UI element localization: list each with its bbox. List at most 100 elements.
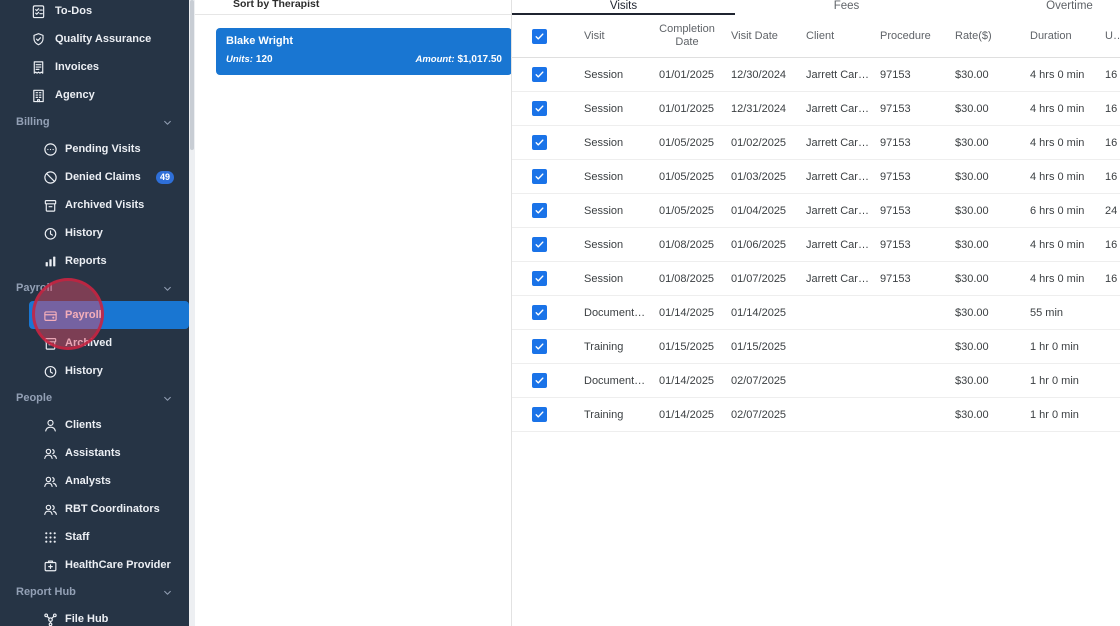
sidebar-section-billing[interactable]: Billing [0, 109, 189, 135]
sidebar-scrollbar-thumb[interactable] [190, 0, 194, 150]
column-header-procedure[interactable]: Procedure [872, 30, 947, 43]
tab-visits[interactable]: Visits [512, 0, 735, 15]
cell-visit: Documentatio... [576, 375, 651, 387]
cell-visit-date: 02/07/2025 [723, 409, 798, 421]
row-checkbox[interactable] [532, 169, 547, 184]
sidebar-item-rbt-coordinators[interactable]: RBT Coordinators [0, 495, 189, 523]
cell-visit: Session [576, 103, 651, 115]
therapist-name: Blake Wright [226, 35, 502, 47]
sidebar-item-healthcare-provider[interactable]: HealthCare Provider [0, 551, 189, 579]
table-row[interactable]: Session01/05/202501/04/2025Jarrett Carva… [512, 194, 1120, 228]
sidebar-item-denied-claims[interactable]: Denied Claims49 [0, 163, 189, 191]
sidebar-item-label: HealthCare Provider [65, 559, 171, 571]
row-checkbox[interactable] [532, 203, 547, 218]
cell-duration: 4 hrs 0 min [1022, 273, 1097, 285]
column-header-duration[interactable]: Duration [1022, 30, 1097, 43]
cell-completion-date: 01/15/2025 [651, 341, 723, 353]
cell-rate: $30.00 [947, 341, 1022, 353]
row-checkbox[interactable] [532, 373, 547, 388]
sidebar-scrollbar[interactable] [189, 0, 195, 626]
cell-rate: $30.00 [947, 409, 1022, 421]
column-header-completion-date[interactable]: Completion Date [651, 23, 723, 49]
sidebar-section-report-hub[interactable]: Report Hub [0, 579, 189, 605]
sidebar-item-clients[interactable]: Clients [0, 411, 189, 439]
active-tab-indicator [512, 13, 735, 16]
sidebar-item-history[interactable]: History [0, 219, 189, 247]
table-row[interactable]: Session01/01/202512/31/2024Jarrett Carva… [512, 92, 1120, 126]
cell-unit: 16 [1097, 273, 1120, 285]
sidebar-item-pending-visits[interactable]: Pending Visits [0, 135, 189, 163]
column-header-client[interactable]: Client [798, 30, 872, 43]
cell-unit: 24 [1097, 205, 1120, 217]
sidebar-item-invoices[interactable]: Invoices [0, 53, 189, 81]
table-body: Session01/01/202512/30/2024Jarrett Carva… [512, 58, 1120, 432]
table-row[interactable]: Documentatio...01/14/202501/14/2025$30.0… [512, 296, 1120, 330]
cell-duration: 55 min [1022, 307, 1097, 319]
sidebar-item-reports[interactable]: Reports [0, 247, 189, 275]
amount-stat: Amount:$1,017.50 [415, 54, 502, 65]
cell-visit: Training [576, 409, 651, 421]
reports-icon [43, 254, 58, 269]
column-header-unit[interactable]: Unit [1097, 30, 1120, 43]
column-header-visit[interactable]: Visit [576, 30, 651, 43]
table-row[interactable]: Documentatio...01/14/202502/07/2025$30.0… [512, 364, 1120, 398]
row-checkbox[interactable] [532, 135, 547, 150]
sidebar-item-label: Assistants [65, 447, 121, 459]
row-checkbox[interactable] [532, 67, 547, 82]
cell-client: Jarrett Carvajal [798, 69, 872, 81]
row-checkbox[interactable] [532, 237, 547, 252]
row-checkbox[interactable] [532, 101, 547, 116]
column-header-rate[interactable]: Rate($) [947, 30, 1022, 43]
table-row[interactable]: Session01/05/202501/03/2025Jarrett Carva… [512, 160, 1120, 194]
row-checkbox[interactable] [532, 339, 547, 354]
payroll-icon [43, 308, 58, 323]
quality-assurance-icon [31, 32, 46, 47]
sidebar-item-analysts[interactable]: Analysts [0, 467, 189, 495]
sidebar-nav: To-Dos Quality AssuranceInvoicesAgency Bil… [0, 0, 189, 626]
sidebar-section-label: People [16, 392, 52, 404]
sidebar-item-to-dos[interactable]: To-Dos [0, 0, 189, 25]
checkbox-cell [512, 339, 576, 354]
sidebar-item-payroll[interactable]: Payroll [29, 301, 189, 329]
table-row[interactable]: Training01/15/202501/15/2025$30.001 hr 0… [512, 330, 1120, 364]
cell-duration: 4 hrs 0 min [1022, 69, 1097, 81]
sidebar-item-label: RBT Coordinators [65, 503, 160, 515]
sidebar-item-label: To-Dos [55, 5, 92, 17]
column-header-visit-date[interactable]: Visit Date [723, 30, 798, 43]
sidebar-item-quality-assurance[interactable]: Quality Assurance [0, 25, 189, 53]
sidebar-item-label: Denied Claims [65, 171, 141, 183]
checkbox-cell [512, 373, 576, 388]
table-row[interactable]: Training01/14/202502/07/2025$30.001 hr 0… [512, 398, 1120, 432]
table-row[interactable]: Session01/08/202501/06/2025Jarrett Carva… [512, 228, 1120, 262]
sidebar-section-payroll[interactable]: Payroll [0, 275, 189, 301]
cell-unit: 16 [1097, 239, 1120, 251]
table-row[interactable]: Session01/01/202512/30/2024Jarrett Carva… [512, 58, 1120, 92]
sidebar-section-label: Billing [16, 116, 50, 128]
sidebar-item-archived-visits[interactable]: Archived Visits [0, 191, 189, 219]
sidebar-item-archived[interactable]: Archived [0, 329, 189, 357]
table-row[interactable]: Session01/08/202501/07/2025Jarrett Carva… [512, 262, 1120, 296]
cell-visit-date: 01/07/2025 [723, 273, 798, 285]
tab-fees[interactable]: Fees [735, 0, 958, 15]
sidebar-item-file-hub[interactable]: File Hub [0, 605, 189, 626]
row-checkbox[interactable] [532, 271, 547, 286]
history-icon [43, 364, 58, 379]
sidebar-item-assistants[interactable]: Assistants [0, 439, 189, 467]
sidebar-section-people[interactable]: People [0, 385, 189, 411]
cell-client: Jarrett Carvajal [798, 205, 872, 217]
cell-unit: 16 [1097, 137, 1120, 149]
sidebar-item-history[interactable]: History [0, 357, 189, 385]
cell-rate: $30.00 [947, 171, 1022, 183]
row-checkbox[interactable] [532, 407, 547, 422]
sidebar-item-agency[interactable]: Agency [0, 81, 189, 109]
therapist-card-blake-wright[interactable]: Blake WrightUnits:120Amount:$1,017.50 [216, 28, 512, 75]
person-icon [43, 418, 58, 433]
tab-overtime[interactable]: Overtime [958, 0, 1120, 15]
table-row[interactable]: Session01/05/202501/02/2025Jarrett Carva… [512, 126, 1120, 160]
row-checkbox[interactable] [532, 305, 547, 320]
checkbox-cell [512, 407, 576, 422]
medical-icon [43, 558, 58, 573]
sidebar-item-staff[interactable]: Staff [0, 523, 189, 551]
row-checkbox[interactable] [532, 29, 547, 44]
checkbox-cell [512, 67, 576, 82]
